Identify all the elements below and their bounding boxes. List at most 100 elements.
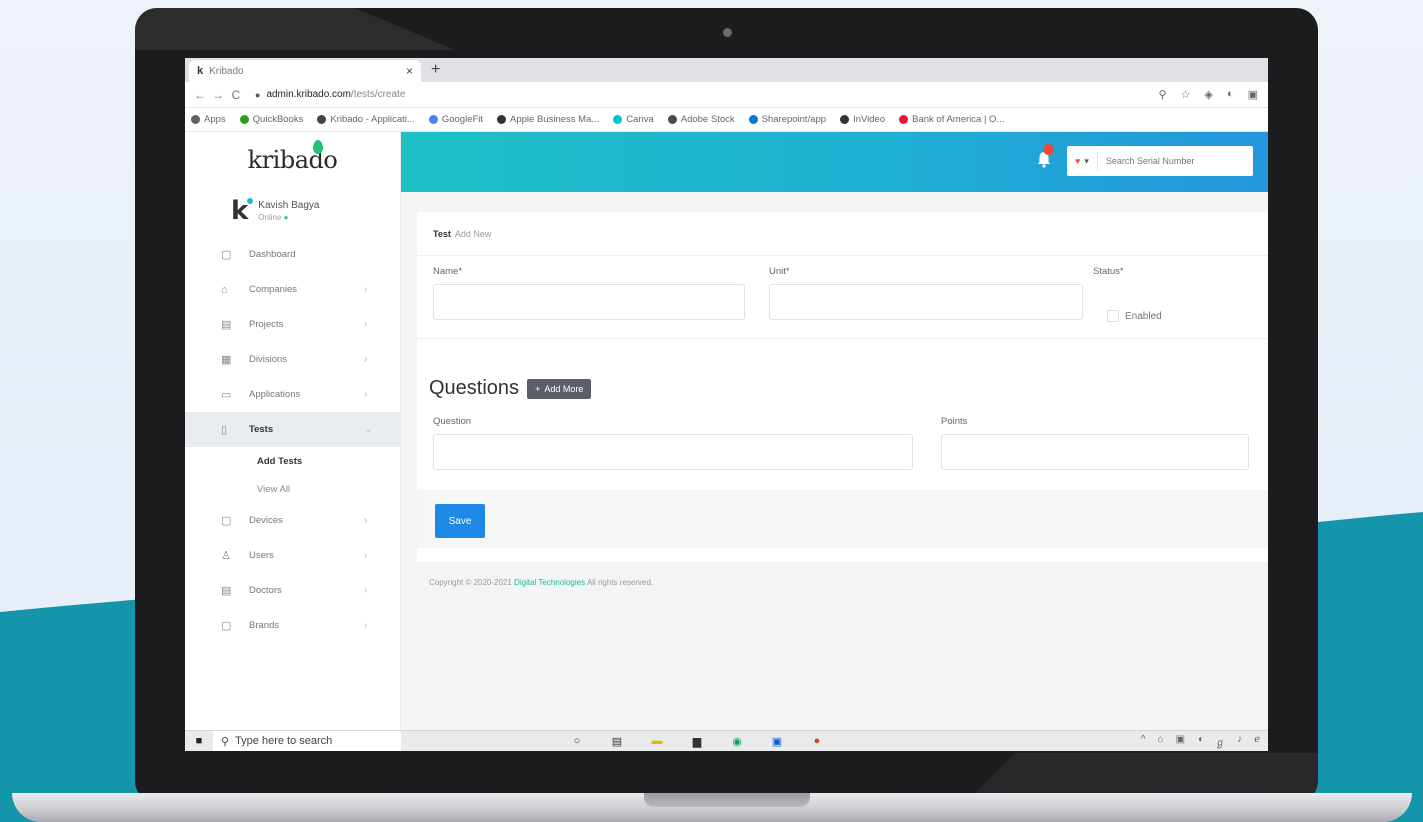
laptop-lid: k Kribado × + ← → C ● admin.kribado.com/… [135,8,1318,803]
sidebar-item-label: Dashboard [249,249,296,260]
bookmark-item[interactable]: QuickBooks [239,114,303,125]
points-input[interactable] [941,434,1249,470]
powerpoint-icon[interactable]: ● [809,734,825,748]
bookmark-label: Adobe Stock [680,114,735,125]
chevron-icon: › [364,620,368,631]
extension-icon[interactable]: ◈ [1204,88,1212,101]
file-explorer-icon[interactable]: ▬ [649,734,665,748]
sidebar-item-dashboard[interactable]: ▢ Dashboard [185,237,400,272]
tray-icon[interactable]: ◖ [1197,734,1203,749]
user-status: Online ● [258,213,319,222]
unit-label: Unit* [769,266,790,277]
sidebar-item-devices[interactable]: ▢ Devices › [185,503,400,538]
card-title: Test [433,228,451,239]
bookmark-favicon-icon [191,115,200,124]
copyright-suffix: All rights reserved. [586,578,654,587]
windows-taskbar: ■ ⚲ Type here to search ○ ▤ ▬ ▆ ◉ ▣ ● ^ ⌂… [185,730,1268,751]
browser-tab-strip: k Kribado × + [185,58,1268,82]
bookmark-favicon-icon [613,115,623,124]
cortana-icon[interactable]: ○ [569,734,585,748]
add-more-button[interactable]: + Add More [527,378,592,399]
questions-heading: Questions + Add More [429,377,592,400]
back-icon[interactable]: ← [191,88,209,102]
divisions-icon: ▦ [221,354,232,366]
bookmark-item[interactable]: Canva [613,114,654,125]
bookmark-label: GoogleFit [441,114,484,125]
outlook-icon[interactable]: ▣ [769,734,785,748]
card-subtitle: Add New [454,228,492,239]
name-input[interactable] [433,284,745,320]
tray-icon[interactable]: ℯ [1254,734,1260,749]
bookmark-item[interactable]: Sharepoint/app [748,114,826,125]
user-name: Kavish Bagya [258,200,320,211]
chevron-icon: ⌄ [364,424,373,435]
lock-icon: ● [255,89,261,100]
profile-icon[interactable]: ◐ [1227,88,1234,101]
questions-title: Questions [429,377,520,399]
laptop-screen: k Kribado × + ← → C ● admin.kribado.com/… [185,58,1268,751]
tray-icon[interactable]: ♪ [1237,734,1242,749]
forward-icon[interactable]: → [209,88,227,102]
card-header: Test Add New [417,212,1268,256]
sidebar-item-companies[interactable]: ⌂ Companies › [185,272,400,307]
bookmark-label: Bank of America | O... [912,114,1005,125]
tray-icon[interactable]: ▣ [1176,734,1185,749]
sidebar-item-doctors[interactable]: ▤ Doctors › [185,573,400,608]
search-icon[interactable]: ⚲ [1159,88,1167,101]
windows-start-icon[interactable]: ■ [185,735,213,747]
user-profile[interactable]: k Kavish Bagya Online ● [185,187,400,237]
devices-icon: ▢ [221,515,232,527]
heart-icon: ♥ [1075,156,1081,166]
star-icon[interactable]: ☆ [1181,88,1191,101]
chevron-icon: › [364,319,368,330]
taskbar-search[interactable]: ⚲ Type here to search [213,730,401,751]
sidebar-item-projects[interactable]: ▤ Projects › [185,307,400,342]
bookmark-item[interactable]: InVideo [840,114,885,125]
bookmark-item[interactable]: GoogleFit [428,114,484,125]
bookmark-item[interactable]: Apps [191,114,226,125]
doctors-icon: ▤ [221,585,232,597]
dropdown-arrow: ▾ [1084,155,1089,166]
bookmark-favicon-icon [317,115,327,124]
status-enabled-label: Enabled [1125,310,1162,322]
unit-input[interactable] [769,284,1083,320]
serial-search-input[interactable] [1097,156,1218,166]
sidebar-item-label: Doctors [249,585,282,596]
close-tab-icon[interactable]: × [406,64,413,78]
status-label: Status* [1093,266,1124,277]
sidebar-item-brands[interactable]: ▢ Brands › [185,608,400,643]
tray-icon[interactable]: ^ [1141,734,1146,749]
name-label: Name* [433,266,463,277]
store-icon[interactable]: ▆ [689,734,705,748]
plus-icon: + [535,383,541,394]
task-view-icon[interactable]: ▤ [609,734,625,748]
menu-icon[interactable]: ▣ [1248,88,1258,101]
bookmark-item[interactable]: Kribado - Applicati... [317,114,415,125]
chevron-icon: › [364,550,368,561]
sidebar-item-label: Applications [249,389,301,400]
tray-icon[interactable]: ⌂ [1158,734,1164,749]
question-input[interactable] [433,434,913,470]
submenu-item-view-all[interactable]: View All [185,475,400,503]
url-field[interactable]: ● admin.kribado.com/tests/create [255,89,1159,100]
status-enabled-checkbox[interactable]: Enabled [1107,310,1162,322]
sidebar-item-label: Divisions [249,354,288,365]
copyright-brand-link[interactable]: Digital Technologies [514,578,585,587]
tray-icon[interactable]: ℊ [1215,734,1225,749]
submenu-item-add-tests[interactable]: Add Tests [185,447,400,475]
search-filter-dropdown[interactable]: ♥ ▾ [1067,151,1098,171]
bookmark-label: Apple Business Ma... [510,114,600,125]
bookmark-item[interactable]: Adobe Stock [667,114,735,125]
sidebar-item-tests[interactable]: ▯ Tests ⌄ [185,412,400,447]
browser-tab[interactable]: k Kribado × [189,60,421,82]
save-button[interactable]: Save [435,504,485,538]
kribado-logo[interactable]: kribado [185,132,400,187]
bookmark-item[interactable]: Bank of America | O... [899,114,1004,125]
reload-icon[interactable]: C [227,88,245,102]
bookmark-item[interactable]: Apple Business Ma... [497,114,599,125]
chrome-icon[interactable]: ◉ [729,734,745,748]
new-tab-icon[interactable]: + [431,60,440,82]
sidebar-item-divisions[interactable]: ▦ Divisions › [185,342,400,377]
sidebar-item-users[interactable]: ♙ Users › [185,538,400,573]
sidebar-item-applications[interactable]: ▭ Applications › [185,377,400,412]
